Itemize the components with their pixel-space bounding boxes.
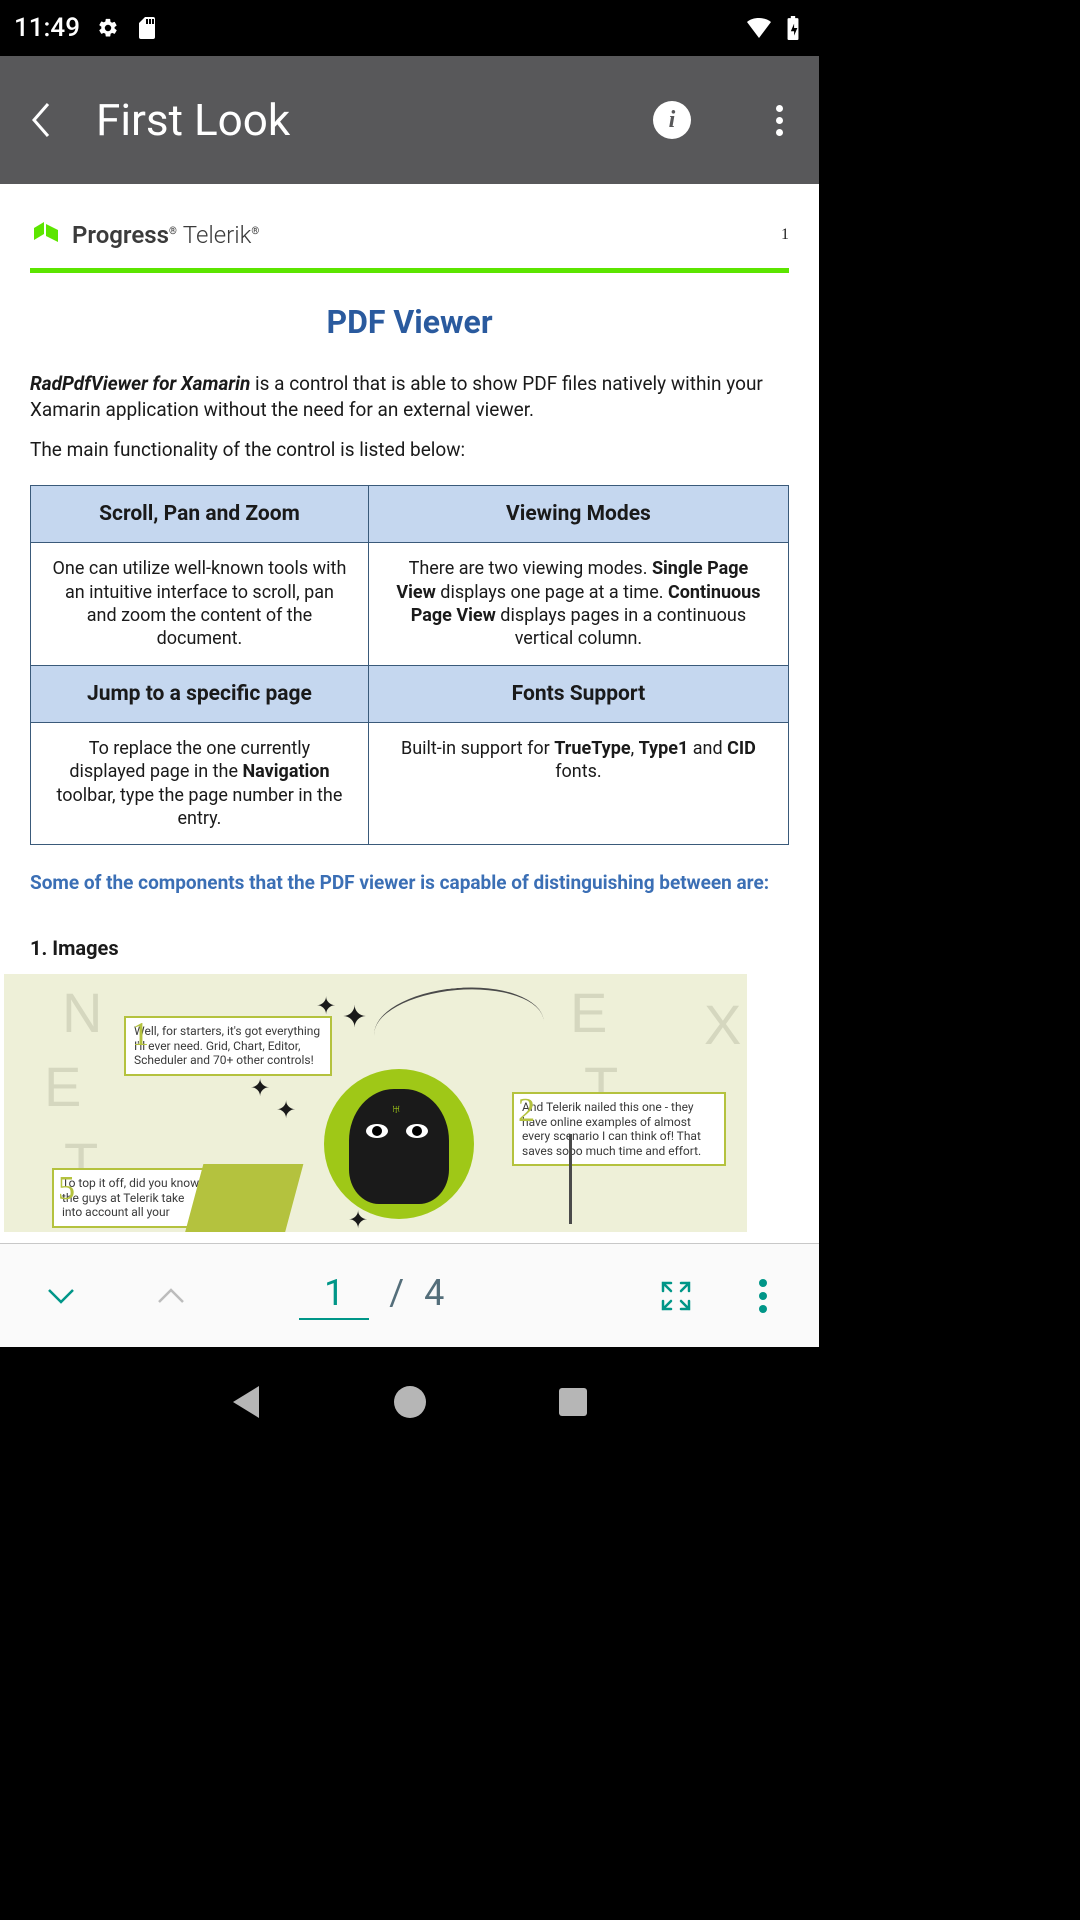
table-header: Viewing Modes (368, 486, 788, 543)
app-bar: First Look i (0, 56, 819, 184)
fit-to-screen-button[interactable] (651, 1271, 701, 1321)
intro-paragraph: RadPdfViewer for Xamarin is a control th… (30, 371, 789, 422)
next-page-button[interactable] (36, 1271, 86, 1321)
info-button[interactable]: i (653, 101, 691, 139)
table-cell: To replace the one currently displayed p… (31, 722, 369, 845)
progress-logo-icon (30, 220, 62, 250)
nav-recents-button[interactable] (555, 1384, 591, 1420)
table-header: Fonts Support (368, 665, 788, 722)
gear-icon (96, 16, 120, 40)
table-cell: Built-in support for TrueType, Type1 and… (368, 722, 788, 845)
app-bar-title: First Look (96, 94, 617, 146)
prev-page-button[interactable] (146, 1271, 196, 1321)
page-total: 4 (424, 1272, 444, 1314)
status-time: 11:49 (14, 13, 80, 43)
status-bar: 11:49 (0, 0, 819, 56)
wifi-icon (747, 16, 771, 40)
illus-bubble-1: Well, for starters, it's got everything … (124, 1016, 332, 1075)
pdf-page: Progress® Telerik® 1 PDF Viewer RadPdfVi… (0, 184, 819, 1232)
page-number-header: 1 (781, 226, 789, 244)
sd-card-icon (136, 16, 160, 40)
brand-logo: Progress® Telerik® (30, 220, 259, 250)
pdf-viewport[interactable]: Progress® Telerik® 1 PDF Viewer RadPdfVi… (0, 184, 819, 1243)
sub-intro-text: The main functionality of the control is… (30, 438, 789, 461)
page-number-input[interactable] (299, 1272, 369, 1320)
nav-home-button[interactable] (392, 1384, 428, 1420)
battery-charging-icon (781, 16, 805, 40)
images-section-heading: 1. Images (30, 936, 789, 960)
table-header: Jump to a specific page (31, 665, 369, 722)
table-header: Scroll, Pan and Zoom (31, 486, 369, 543)
illus-bubble-2: And Telerik nailed this one - they have … (512, 1092, 726, 1166)
nav-back-button[interactable] (228, 1384, 264, 1420)
ninja-illustration: ♅ (334, 1069, 464, 1219)
illustration-image: N E X E T T Well, for starters, it's got… (4, 974, 747, 1232)
toolbar-overflow-button[interactable] (743, 1276, 783, 1316)
pdf-toolbar: / 4 (0, 1243, 819, 1347)
table-cell: There are two viewing modes. Single Page… (368, 543, 788, 666)
page-separator: / (389, 1272, 404, 1314)
components-heading: Some of the components that the PDF view… (30, 871, 789, 894)
page-indicator: / 4 (299, 1272, 444, 1320)
document-title: PDF Viewer (30, 303, 789, 341)
back-button[interactable] (20, 100, 60, 140)
overflow-menu-button[interactable] (759, 100, 799, 140)
divider (30, 268, 789, 273)
brand-text: Progress® Telerik® (72, 221, 259, 249)
system-nav-bar (0, 1347, 819, 1456)
table-cell: One can utilize well-known tools with an… (31, 543, 369, 666)
feature-table: Scroll, Pan and Zoom Viewing Modes One c… (30, 485, 789, 845)
